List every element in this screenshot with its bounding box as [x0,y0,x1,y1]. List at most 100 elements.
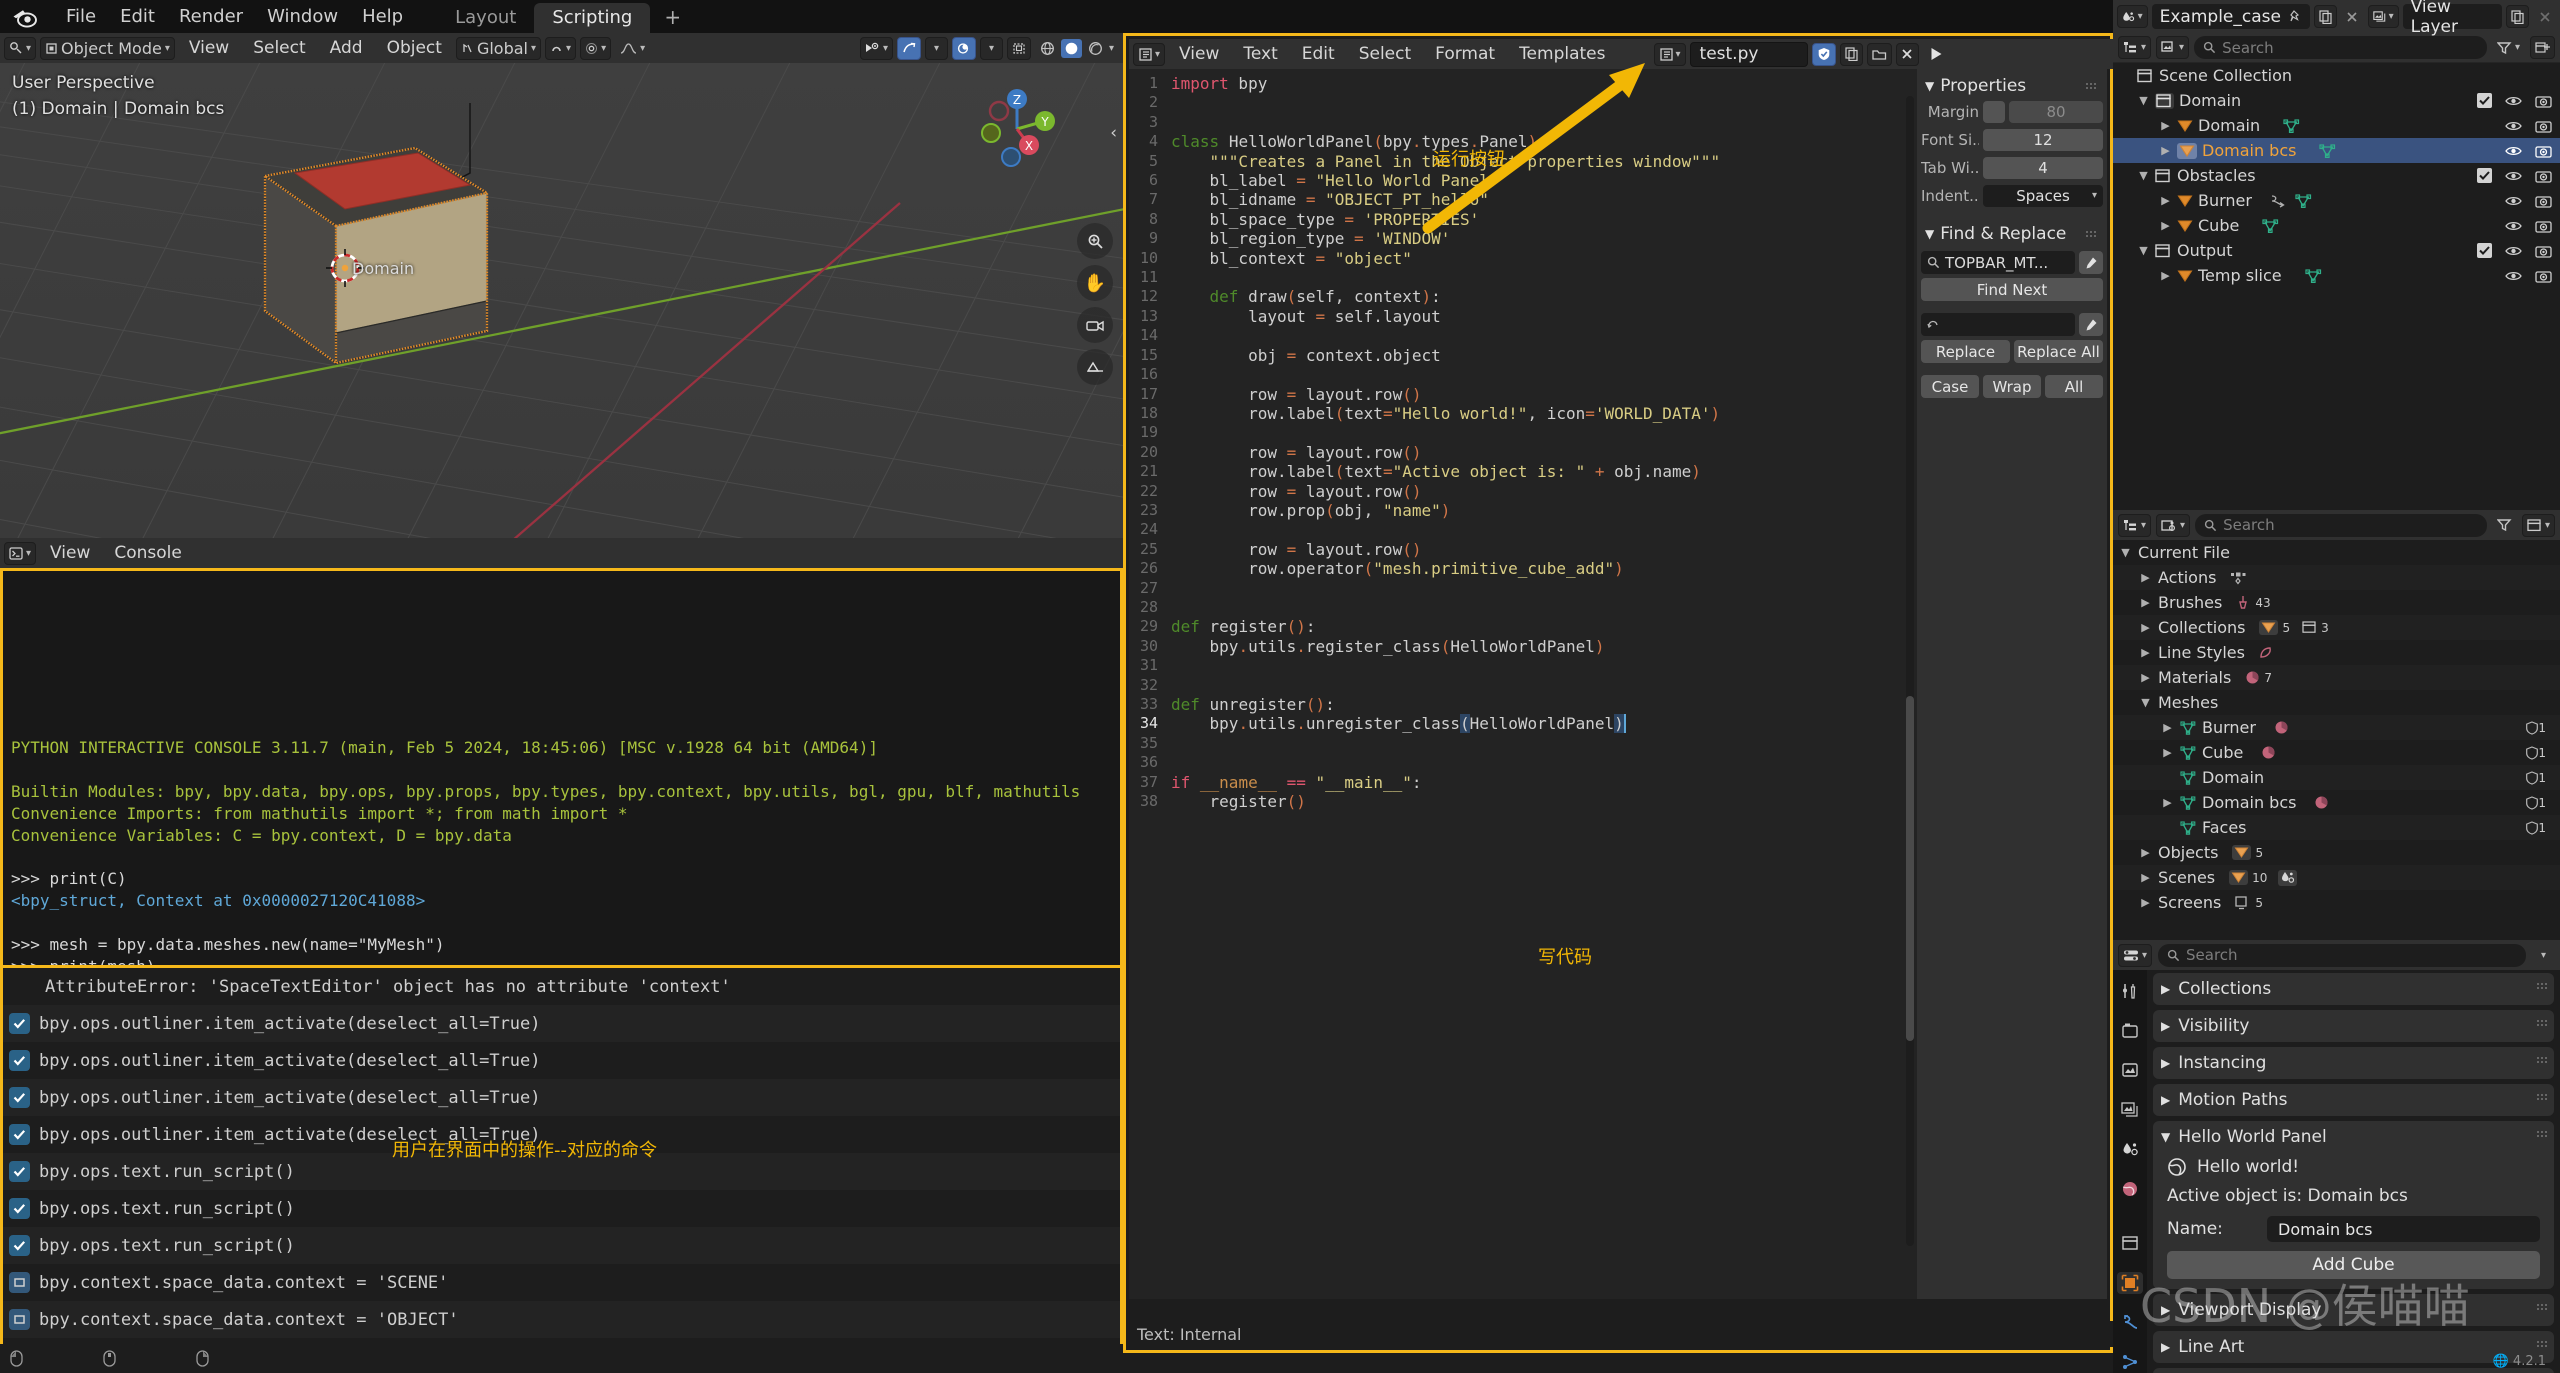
eye-icon[interactable] [2505,170,2522,182]
outliner-row-domain-object[interactable]: ▶ Domain [2113,113,2560,138]
camera-icon[interactable] [2535,169,2552,183]
zoom-tool-icon[interactable] [1077,223,1113,259]
outliner-row-temp-slice[interactable]: ▶ Temp slice [2113,263,2560,288]
new-scene-button[interactable] [2314,5,2337,28]
chevron-down-icon[interactable]: ▼ [2119,546,2132,559]
shading-solid-group[interactable]: ▾ [1035,37,1119,60]
wrap-toggle[interactable]: Wrap [1983,375,2041,398]
all-toggle[interactable]: All [2045,375,2103,398]
outliner-row-burner[interactable]: ▶ Burner [2113,188,2560,213]
viewport-menu-add[interactable]: Add [320,36,373,60]
chevron-right-icon[interactable]: ▶ [2161,746,2174,759]
tab-world[interactable] [2117,1179,2143,1201]
delete-scene-button[interactable] [2341,5,2364,28]
exclude-checkbox[interactable] [2477,243,2492,258]
chevron-right-icon[interactable]: ▶ [2159,194,2172,207]
properties-options-dropdown[interactable]: ▾ [2532,944,2555,967]
eye-icon[interactable] [2505,270,2522,282]
tab-width-value[interactable]: 4 [1983,157,2103,179]
new-text-button[interactable] [1840,43,1863,66]
text-datablock-icon[interactable]: ▾ [1654,43,1686,66]
text-menu-templates[interactable]: Templates [1509,42,1615,66]
menu-window[interactable]: Window [255,4,350,29]
tab-scene[interactable] [2117,1139,2143,1161]
font-size-row[interactable]: Font Si... 12 [1921,127,2103,152]
replace-all-button[interactable]: Replace All [2014,340,2103,363]
tab-scripting[interactable]: Scripting [534,3,650,33]
list-item[interactable]: bpy.ops.outliner.item_activate(deselect_… [3,1005,1120,1042]
panel-instancing[interactable]: ▶ Instancing [2153,1047,2554,1079]
blendfile-filter-icon[interactable] [2492,514,2517,537]
chevron-right-icon[interactable]: ▶ [2161,796,2174,809]
blendfile-row-actions[interactable]: ▶ Actions [2113,565,2560,590]
add-cube-button[interactable]: Add Cube [2167,1251,2540,1279]
object-name-input[interactable]: Domain bcs [2267,1216,2540,1242]
outliner-row-cube[interactable]: ▶ Cube [2113,213,2560,238]
list-item[interactable]: bpy.context.space_data.context = 'OBJECT… [3,1301,1120,1338]
new-view-layer-button[interactable] [2506,5,2529,28]
case-toggle[interactable]: Case [1921,375,1979,398]
blendfile-row-meshes[interactable]: ▼ Meshes [2113,690,2560,715]
panel-viewport-display[interactable]: ▶ Viewport Display [2153,1294,2554,1326]
indent-dropdown[interactable]: Spaces ▾ [1983,185,2103,207]
outliner-row-scene-collection[interactable]: Scene Collection [2113,63,2560,88]
chevron-right-icon[interactable]: ▶ [2159,219,2172,232]
text-menu-format[interactable]: Format [1425,42,1505,66]
blendfile-row-collections[interactable]: ▶ Collections 5 3 [2113,615,2560,640]
pan-hand-icon[interactable]: ✋ [1077,265,1113,301]
python-console-output[interactable]: PYTHON INTERACTIVE CONSOLE 3.11.7 (main,… [0,568,1123,968]
tab-output[interactable] [2117,1059,2143,1081]
chevron-right-icon[interactable]: ▶ [2139,846,2152,859]
xray-toggle-button[interactable] [952,37,976,60]
find-next-button[interactable]: Find Next [1921,278,2103,301]
margin-checkbox[interactable] [1983,101,2005,123]
blendfile-datablock-icon[interactable]: ▾ [2156,514,2190,537]
overlays-dropdown[interactable]: ▾ [925,37,948,60]
eye-icon[interactable] [2505,220,2522,232]
view-layer-browse-icon[interactable]: ▾ [2368,5,2399,28]
camera-view-icon[interactable] [1077,307,1113,343]
menu-file[interactable]: File [54,4,108,29]
viewport-menu-view[interactable]: View [179,36,239,60]
outliner-filter-collection-icon[interactable]: ▾ [2156,36,2189,59]
editor-type-text-icon[interactable]: ▾ [1133,43,1165,66]
camera-icon[interactable] [2535,244,2552,258]
tab-tool[interactable] [2117,980,2143,1002]
margin-value[interactable]: 80 [2009,101,2103,123]
menu-help[interactable]: Help [350,4,415,29]
list-item[interactable]: bpy.ops.outliner.item_activate(deselect_… [3,1079,1120,1116]
outliner-filter-icon[interactable]: ▾ [2492,36,2525,59]
chevron-right-icon[interactable]: ▶ [2159,269,2172,282]
camera-icon[interactable] [2535,219,2552,233]
sidebar-toggle-icon[interactable]: ‹ [1110,123,1117,143]
blendfile-row-line-styles[interactable]: ▶ Line Styles [2113,640,2560,665]
panel-hello-world-header[interactable]: ▼ Hello World Panel [2153,1121,2554,1153]
menu-render[interactable]: Render [167,4,255,29]
tab-layout[interactable]: Layout [437,3,534,33]
chevron-right-icon[interactable]: ▶ [2161,721,2174,734]
find-replace-header[interactable]: ▼ Find & Replace [1921,221,2103,247]
outliner-row-output[interactable]: ▼ Output [2113,238,2560,263]
outliner-row-domain-collection[interactable]: ▼ Domain [2113,88,2560,113]
shading-solid-icon[interactable] [1061,39,1082,58]
blendfile-row-objects[interactable]: ▶ Objects 5 [2113,840,2560,865]
properties-search-input[interactable]: Search [2158,944,2526,967]
eye-icon[interactable] [2505,120,2522,132]
eye-icon[interactable] [2505,195,2522,207]
margin-row[interactable]: Margin 80 [1921,99,2103,124]
viewport-menu-select[interactable]: Select [243,36,315,60]
chevron-right-icon[interactable]: ▶ [2139,646,2152,659]
transform-orientation-dropdown[interactable]: Global ▾ [456,37,541,60]
blender-logo-icon[interactable] [12,6,38,28]
outliner-display-mode-icon[interactable]: ▾ [2118,36,2151,59]
text-filename-field[interactable]: test.py [1690,42,1808,67]
console-menu-console[interactable]: Console [104,541,192,565]
new-collection-button[interactable] [2530,36,2555,59]
editor-type-icon[interactable]: ▾ [4,37,36,60]
panel-visibility[interactable]: ▶ Visibility [2153,1010,2554,1042]
blendfile-row-mesh-domain[interactable]: Domain 1 [2113,765,2560,790]
viewport-canvas[interactable]: User Perspective (1) Domain | Domain bcs… [0,63,1123,538]
blendfile-row-mesh-faces[interactable]: Faces 1 [2113,815,2560,840]
chevron-down-icon[interactable]: ▼ [2139,696,2152,709]
scene-name-field[interactable]: Example_case [2152,4,2310,29]
